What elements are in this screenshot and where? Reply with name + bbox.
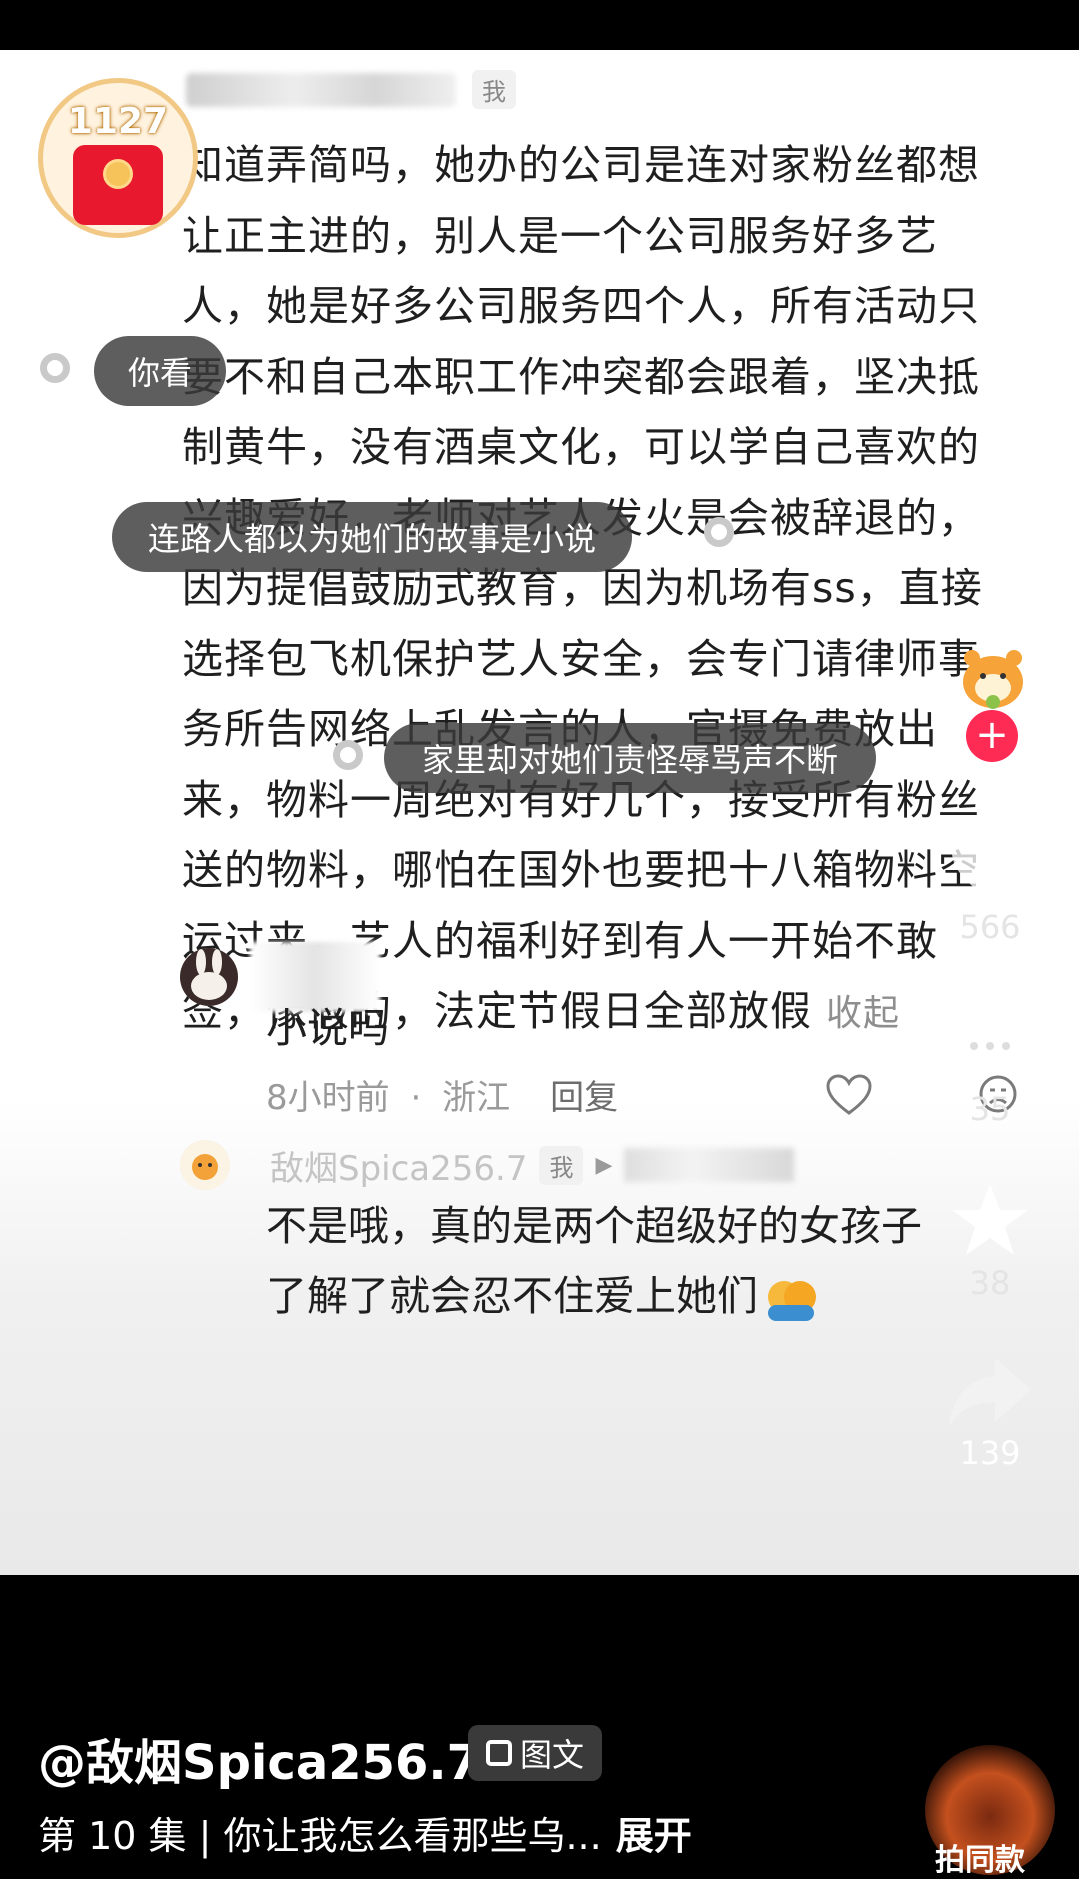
like-icon (952, 833, 1028, 900)
danmaku-bubble: 连路人都以为她们的故事是小说 (112, 502, 633, 572)
badge-count: 1127 (67, 101, 169, 142)
reply-button[interactable]: 回复 (550, 1070, 618, 1119)
red-packet-badge[interactable]: 1127 (38, 78, 198, 238)
danmaku-bubble: 你看 (94, 336, 227, 406)
reply-text: 小说吗 (266, 1004, 389, 1052)
favorite-action[interactable]: 38 (930, 1180, 1050, 1302)
comment-header: 我 (186, 70, 516, 109)
bubble-dot (333, 740, 363, 770)
tuwen-tag[interactable]: 图文 (468, 1725, 603, 1781)
share-icon (949, 1358, 1031, 1426)
episode-line: 第 10 集 | 你让我怎么看那些乌... 展开 (38, 1805, 692, 1860)
star-icon (952, 1184, 1028, 1255)
bubble-dot (40, 353, 70, 383)
reply-text-line1: 不是哦，真的是两个超级好的女孩子 (266, 1202, 922, 1250)
share-count: 139 (959, 1434, 1021, 1472)
danmaku-bubble: 家里却对她们责怪辱骂声不断 (384, 723, 877, 793)
reply-time: 8小时前 (266, 1078, 390, 1118)
share-action[interactable]: 139 (930, 1350, 1050, 1472)
meta-separator: · (410, 1078, 422, 1118)
follow-plus-button[interactable]: + (966, 710, 1018, 762)
me-tag: 我 (472, 70, 516, 109)
comment-body: 知道弄简吗，她办的公司是连对家粉丝都想让正主进的，别人是一个公司服务好多艺人，她… (182, 130, 1012, 1050)
like-heart-icon[interactable] (826, 1074, 872, 1120)
comment-action[interactable]: 35 (930, 1012, 1050, 1128)
avatar[interactable] (180, 948, 238, 1006)
comment-sheet: 我 知道弄简吗，她办的公司是连对家粉丝都想让正主进的，别人是一个公司服务好多艺人… (0, 50, 1079, 1575)
episode-title: 第 10 集 | 你让我怎么看那些乌... (38, 1814, 602, 1858)
video-info: @敌烟Spica256.7 图文 第 10 集 | 你让我怎么看那些乌... 展开… (0, 1575, 1079, 1878)
reply-text-line2: 了解了就会忍不住爱上她们 (266, 1261, 820, 1331)
comment-text: 知道弄简吗，她办的公司是连对家粉丝都想让正主进的，别人是一个公司服务好多艺人，她… (182, 141, 983, 1035)
status-bar (0, 0, 1079, 50)
tuwen-icon (486, 1740, 512, 1766)
bubble-dot (704, 517, 734, 547)
collapse-link[interactable]: 收起 (826, 993, 900, 1034)
reply-username: 敌烟Spica256.7 (270, 1148, 528, 1189)
reply-target-blurred (624, 1148, 795, 1182)
comment-username-blurred (186, 72, 456, 107)
music-label[interactable]: 拍同款 (935, 1835, 1025, 1879)
hug-emoji-icon (762, 1273, 820, 1325)
reply-header: 敌烟Spica256.7 我 ▶ (180, 1140, 795, 1190)
tiger-sticker-icon (952, 642, 1034, 718)
me-tag: 我 (539, 1145, 584, 1185)
author-handle[interactable]: @敌烟Spica256.7 (38, 1723, 480, 1793)
reply-to-arrow-icon: ▶ (595, 1152, 613, 1178)
expand-button[interactable]: 展开 (616, 1814, 692, 1858)
comment-count: 35 (969, 1090, 1011, 1128)
comment-icon (952, 1016, 1028, 1084)
reply-meta: 8小时前 · 浙江 回复 (266, 1070, 618, 1119)
like-action[interactable]: 566 (930, 830, 1050, 946)
reply-location: 浙江 (442, 1078, 511, 1118)
like-count: 566 (959, 908, 1021, 946)
red-packet-icon (73, 145, 163, 225)
avatar[interactable] (180, 1140, 230, 1190)
tuwen-label: 图文 (520, 1736, 585, 1774)
favorite-count: 38 (969, 1264, 1011, 1302)
